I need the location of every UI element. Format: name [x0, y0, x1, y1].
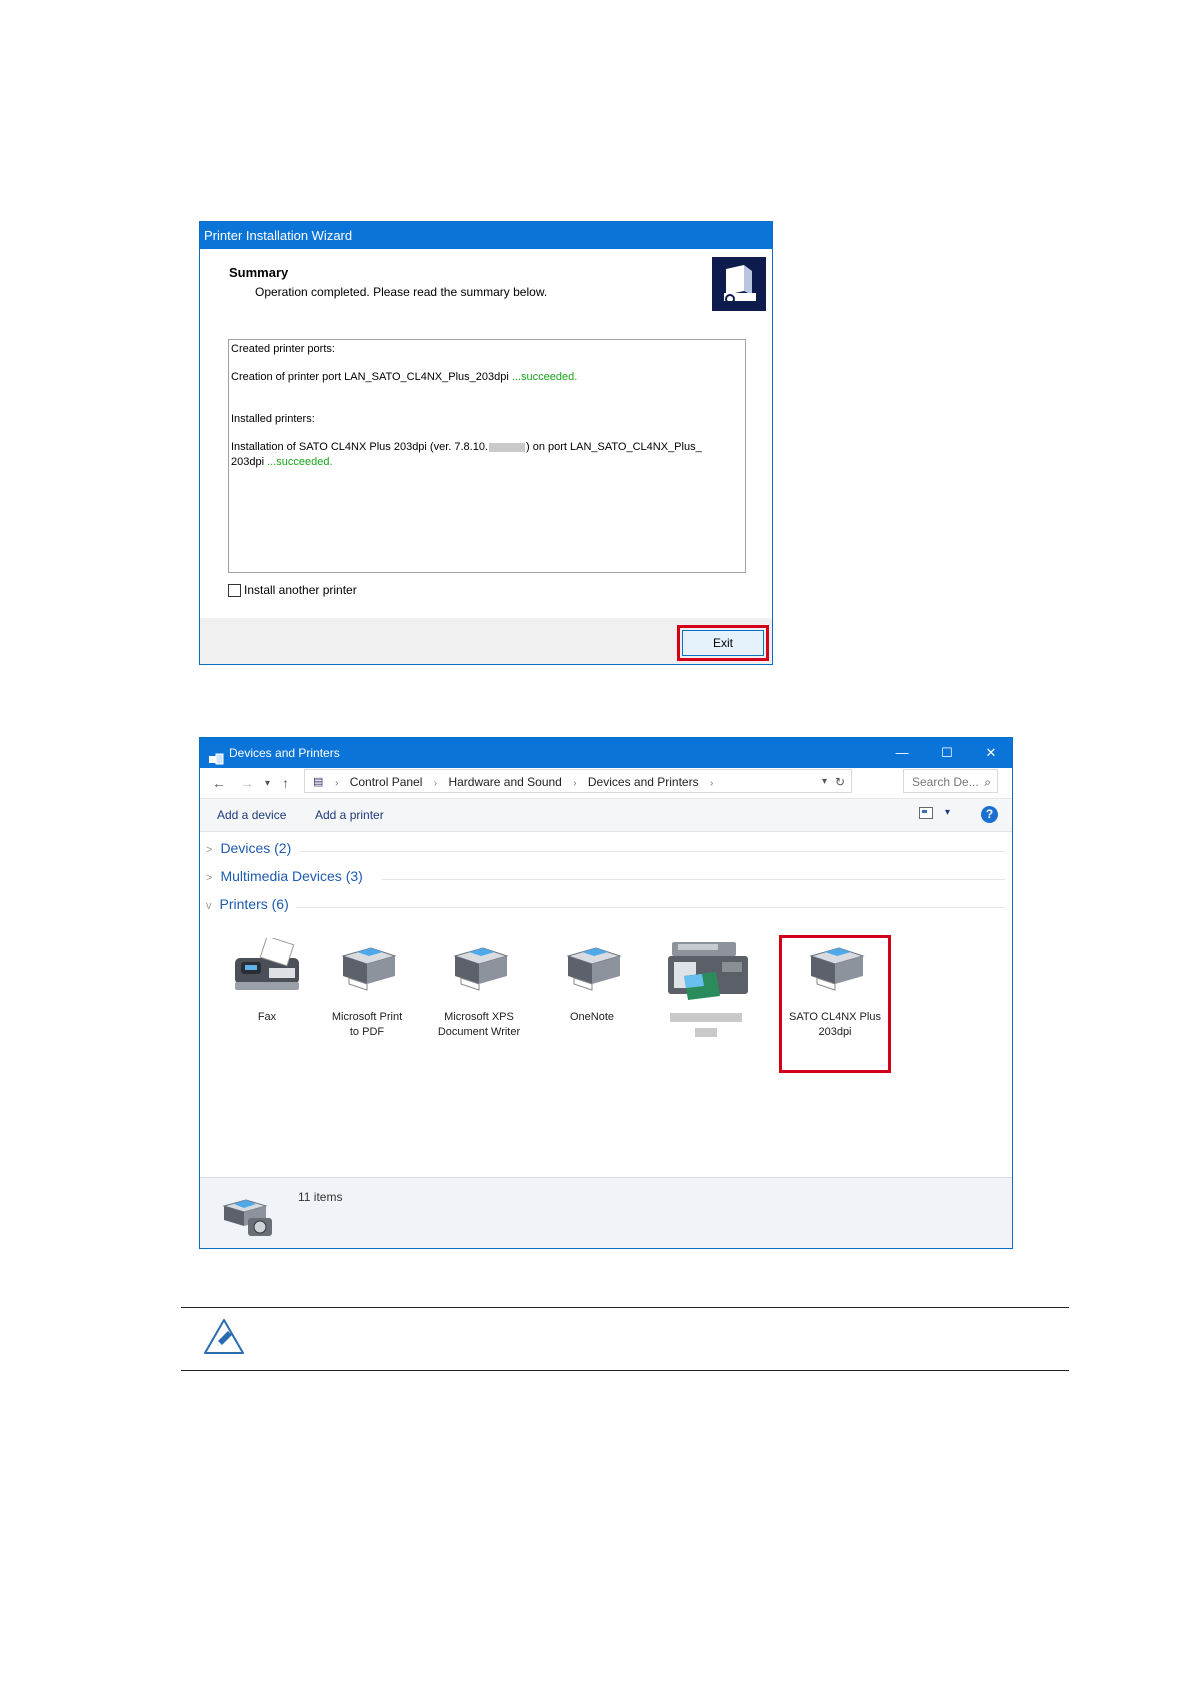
printer-label-line2: Document Writer: [437, 1026, 521, 1038]
address-dropdown-icon[interactable]: ▾: [822, 770, 827, 794]
printer-label-line2: to PDF: [349, 1026, 385, 1038]
devices-and-printers-window: Devices and Printers — ☐ ✕ ← → ▾ ↑ ▤ › C…: [199, 737, 1013, 1249]
installed-printers-header: Installed printers:: [231, 413, 315, 425]
command-bar: Add a device Add a printer ▾ ?: [200, 799, 1012, 832]
devices-window-title: Devices and Printers: [229, 746, 340, 760]
printer-label: Microsoft XPS: [444, 1011, 514, 1023]
wizard-title: Printer Installation Wizard: [204, 228, 353, 243]
summary-log-box: Created printer ports: Creation of print…: [228, 339, 746, 573]
sato-printer-highlight-frame: [779, 935, 891, 1073]
view-options-chevron-icon[interactable]: ▾: [945, 807, 950, 818]
note-top-rule: [181, 1307, 1069, 1308]
devices-and-printers-status-icon: [222, 1199, 272, 1236]
printer-icon: [341, 947, 397, 991]
chevron-right-icon: >: [206, 844, 213, 856]
change-view-icon[interactable]: [919, 807, 935, 822]
summary-heading: Summary: [229, 265, 289, 280]
printer-item-blurred-multifunction[interactable]: [651, 938, 761, 1040]
install-another-printer-checkbox[interactable]: Install another printer: [228, 583, 357, 597]
refresh-icon[interactable]: ↻: [835, 770, 845, 794]
group-devices[interactable]: > Devices (2): [206, 840, 291, 856]
breadcrumb-hardware-and-sound[interactable]: Hardware and Sound: [448, 775, 561, 789]
help-icon[interactable]: ?: [981, 806, 998, 823]
up-arrow-icon[interactable]: ↑: [282, 775, 289, 791]
search-icon: ⌕: [984, 775, 991, 789]
devices-title-bar: Devices and Printers — ☐ ✕: [200, 738, 1012, 768]
details-pane: 11 items: [200, 1177, 1012, 1248]
port-creation-line: Creation of printer port LAN_SATO_CL4NX_…: [231, 371, 578, 383]
note-bottom-rule: [181, 1370, 1069, 1371]
checkbox-label: Install another printer: [244, 583, 357, 597]
add-device-button[interactable]: Add a device: [217, 808, 286, 822]
printer-label: Microsoft Print: [331, 1011, 403, 1023]
fax-icon: [235, 938, 299, 990]
breadcrumb-control-panel[interactable]: Control Panel: [350, 775, 423, 789]
printer-icon: [453, 947, 509, 991]
close-button[interactable]: ✕: [969, 738, 1012, 768]
address-bar-row: ← → ▾ ↑ ▤ › Control Panel › Hardware and…: [200, 768, 1012, 799]
wizard-title-bar: Printer Installation Wizard: [200, 222, 772, 249]
breadcrumb[interactable]: ▤ › Control Panel › Hardware and Sound ›…: [304, 769, 852, 793]
printer-label: Fax: [257, 1011, 277, 1023]
search-input[interactable]: Search De... ⌕: [903, 769, 998, 793]
printer-installation-line: Installation of SATO CL4NX Plus 203dpi (…: [231, 441, 702, 453]
install-status: ...succeeded.: [264, 456, 333, 468]
blurred-printer-label: [651, 1010, 761, 1025]
printer-label: OneNote: [569, 1011, 615, 1023]
back-arrow-icon[interactable]: ←: [212, 775, 226, 791]
exit-button[interactable]: Exit: [682, 630, 764, 656]
printer-icon: [566, 947, 622, 991]
multifunction-printer-icon: [668, 942, 748, 1000]
blurred-printer-label-line2: [651, 1025, 761, 1040]
note-pencil-icon: [203, 1318, 245, 1361]
group-printers[interactable]: v Printers (6): [206, 896, 289, 912]
created-ports-header: Created printer ports:: [231, 343, 335, 355]
item-count: 11 items: [298, 1190, 343, 1204]
printer-item-microsoft-print-to-pdf[interactable]: Microsoft Print to PDF: [312, 938, 422, 1040]
blurred-version: [489, 442, 526, 452]
group-multimedia-devices[interactable]: > Multimedia Devices (3): [206, 868, 363, 884]
minimize-button[interactable]: —: [880, 738, 924, 768]
add-printer-button[interactable]: Add a printer: [315, 808, 384, 822]
breadcrumb-devices-and-printers[interactable]: Devices and Printers: [588, 775, 699, 789]
port-status: ...succeeded.: [508, 371, 578, 383]
printer-item-onenote[interactable]: OneNote: [537, 938, 647, 1025]
chevron-down-icon: v: [206, 900, 212, 912]
printer-installation-line-2: 203dpi ...succeeded.: [231, 456, 333, 468]
chevron-right-icon: >: [206, 872, 213, 884]
summary-subtitle: Operation completed. Please read the sum…: [255, 285, 548, 299]
forward-arrow-icon[interactable]: →: [240, 775, 254, 791]
checkbox-box[interactable]: [228, 583, 241, 597]
printer-item-microsoft-xps-document-writer[interactable]: Microsoft XPS Document Writer: [424, 938, 534, 1040]
printer-installation-wizard-window: Printer Installation Wizard Summary Oper…: [199, 221, 773, 665]
control-panel-icon: ▤: [313, 776, 324, 788]
printer-item-fax[interactable]: Fax: [212, 938, 322, 1025]
installer-logo-icon: [712, 257, 766, 311]
recent-locations-chevron-icon[interactable]: ▾: [265, 778, 270, 789]
maximize-button[interactable]: ☐: [925, 738, 969, 768]
